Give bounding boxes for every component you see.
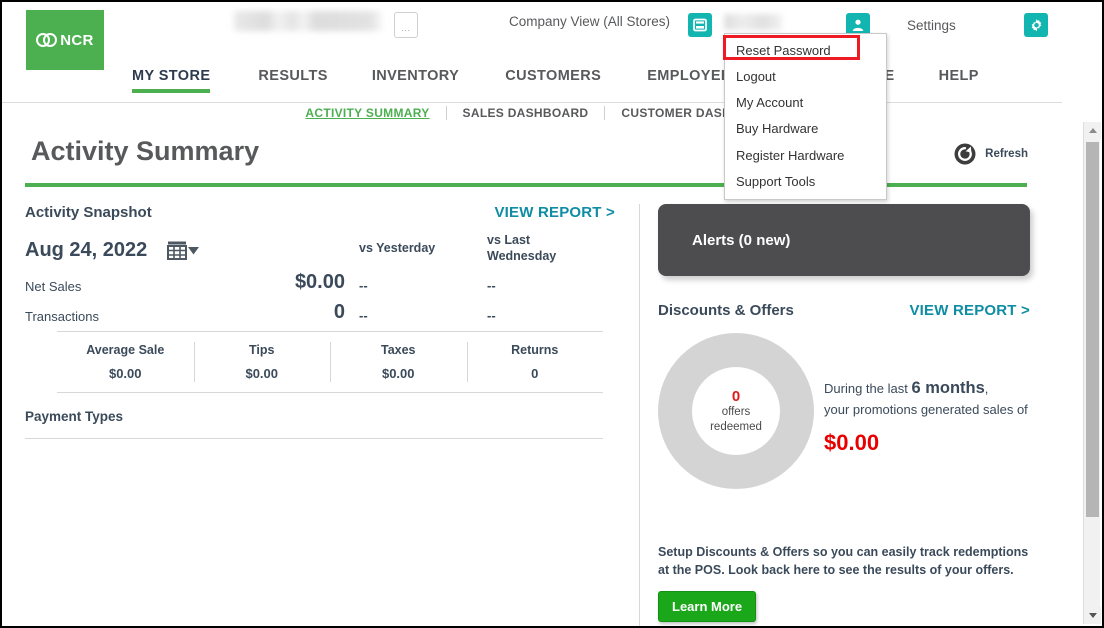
kpi-name: Returns [511,343,559,357]
nav-help[interactable]: HELP [939,68,979,93]
kpi-tips: Tips $0.00 [193,332,331,392]
nav-inventory[interactable]: INVENTORY [372,68,459,93]
company-view-label: Company View (All Stores) [509,14,671,29]
kpi-name: Taxes [380,343,416,357]
discounts-header: Discounts & Offers VIEW REPORT > [658,302,1030,319]
payment-types-title: Payment Types [25,409,124,424]
vertical-scrollbar[interactable] [1083,122,1101,624]
column-vs-yesterday: vs Yesterday [359,241,436,255]
settings-label: Settings [907,18,956,33]
user-dropdown-menu: Reset Password Logout My Account Buy Har… [724,33,887,200]
column-vs-last-weekday: vs Last Wednesday [487,233,557,263]
metric-vs-last-net-sales: -- [487,278,496,293]
snapshot-view-report-link[interactable]: VIEW REPORT > [494,204,615,221]
menu-item-logout[interactable]: Logout [725,64,886,90]
promo-line-2: your promotions generated sales of [824,401,1028,417]
sub-navigation: ACTIVITY SUMMARY SALES DASHBOARD CUSTOME… [2,106,1062,128]
kpi-value: $0.00 [245,366,279,381]
chevron-down-icon [188,246,199,255]
promo-prefix: During the last [824,381,912,396]
calendar-icon [167,241,187,260]
gear-icon[interactable] [1024,13,1048,37]
page-title: Activity Summary [31,136,260,166]
store-icon[interactable] [688,13,712,37]
kpi-average-sale: Average Sale $0.00 [57,332,194,392]
snapshot-metrics: Aug 24, 2022 vs Yesterday vs Last Wednes… [25,233,615,329]
setup-line-2: at the POS. Look back here to see the re… [658,563,1014,578]
menu-item-support-tools[interactable]: Support Tools [725,169,886,195]
kpi-name: Tips [249,343,275,357]
scroll-up-button[interactable] [1084,122,1101,139]
promo-summary: During the last 6 months, your promotion… [824,377,1036,456]
scrollbar-thumb[interactable] [1086,142,1099,517]
kpi-value: $0.00 [381,366,415,381]
kpi-taxes: Taxes $0.00 [330,332,467,392]
kpi-name: Average Sale [86,343,165,357]
store-selector-ellipsis-button[interactable]: ... [394,12,418,38]
snapshot-date: Aug 24, 2022 [25,239,148,261]
setup-line-1: Setup Discounts & Offers so you can easi… [658,545,1029,559]
offers-redeemed-count: 0 [731,388,741,406]
subnav-sales-dashboard[interactable]: SALES DASHBOARD [447,106,605,120]
payment-types-rule [25,438,603,439]
store-name-redacted [234,11,382,31]
right-panel: Alerts (0 new) Discounts & Offers VIEW R… [658,204,1030,626]
kpi-value: 0 [531,366,539,381]
discounts-title: Discounts & Offers [658,302,794,319]
metric-label-net-sales: Net Sales [25,279,82,294]
ncr-rings-icon [36,32,58,48]
nav-results[interactable]: RESULTS [258,68,327,93]
alerts-title: Alerts (0 new) [692,231,791,249]
user-name-redacted [724,14,782,30]
promo-suffix: , [984,381,989,396]
nav-divider [2,102,1062,103]
application-window: NCR ... Company View (All Stores) Settin… [0,0,1104,628]
metric-value-transactions: 0 [333,301,345,323]
kpi-returns: Returns 0 [466,332,604,392]
metric-vs-yesterday-net-sales: -- [359,278,368,293]
chevron-up-icon [1088,128,1097,133]
refresh-button[interactable]: Refresh [953,142,1028,166]
offers-redeemed-donut-chart: 0 offers redeemed [658,333,814,489]
main-navigation: MY STORE RESULTS INVENTORY CUSTOMERS EMP… [2,68,1102,102]
calendar-picker[interactable] [167,241,199,260]
promo-period: 6 months [911,379,985,397]
snapshot-header: Activity Snapshot VIEW REPORT > [25,204,615,221]
discounts-setup-text: Setup Discounts & Offers so you can easi… [658,543,1034,579]
scroll-down-button[interactable] [1084,607,1101,624]
panel-divider [639,204,640,626]
top-bar: NCR ... Company View (All Stores) Settin… [2,2,1102,70]
nav-my-store[interactable]: MY STORE [132,68,211,93]
menu-item-buy-hardware[interactable]: Buy Hardware [725,116,886,142]
offers-redeemed-caption-1: offers [721,406,751,419]
metric-value-net-sales: $0.00 [294,271,345,293]
activity-snapshot-title: Activity Snapshot [25,204,152,221]
discounts-body: 0 offers redeemed During the last 6 mont… [658,333,1030,539]
menu-item-reset-password[interactable]: Reset Password [725,37,886,64]
metric-vs-last-transactions: -- [487,308,496,323]
kpi-value: $0.00 [108,366,142,381]
promo-sales-amount: $0.00 [824,429,880,455]
offers-redeemed-caption-2: redeemed [710,420,762,433]
subnav-activity-summary[interactable]: ACTIVITY SUMMARY [289,106,445,120]
nav-customers[interactable]: CUSTOMERS [505,68,601,93]
learn-more-button[interactable]: Learn More [658,591,757,623]
refresh-label: Refresh [985,148,1028,160]
alerts-card[interactable]: Alerts (0 new) [658,204,1030,276]
metric-vs-yesterday-transactions: -- [359,308,368,323]
chevron-down-icon [1088,613,1097,618]
menu-item-register-hardware[interactable]: Register Hardware [725,143,886,169]
ncr-logo-text: NCR [60,31,94,49]
main-content: Activity Summary Refresh Activity Snapsh… [2,128,1050,626]
metric-label-transactions: Transactions [25,309,99,324]
ncr-logo[interactable]: NCR [26,10,104,70]
kpi-table: Average Sale $0.00 Tips $0.00 Taxes $0.0… [57,331,603,393]
discounts-view-report-link[interactable]: VIEW REPORT > [909,302,1030,319]
activity-snapshot-panel: Activity Snapshot VIEW REPORT > Aug 24, … [25,204,615,439]
refresh-icon [953,142,977,166]
menu-item-my-account[interactable]: My Account [725,90,886,116]
